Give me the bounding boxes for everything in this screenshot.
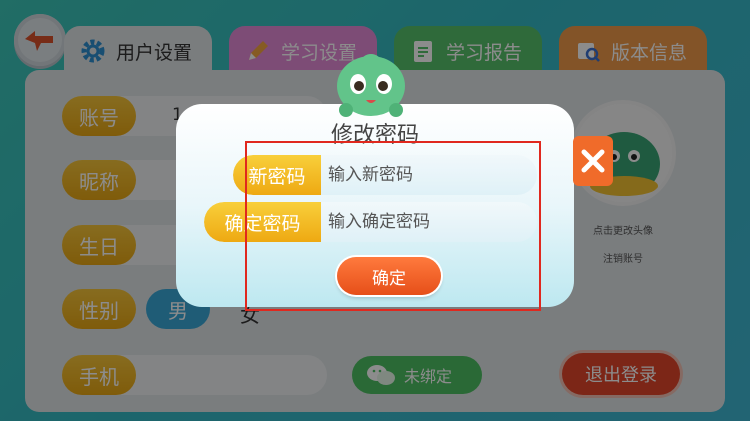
close-icon xyxy=(581,149,605,173)
app-stage: 用户设置 学习设置 学习报告 版本信息 账号 1 昵称 生日 性别 男 女 手机 xyxy=(0,0,750,421)
close-dialog-button[interactable] xyxy=(573,136,613,186)
highlight-box xyxy=(245,141,541,311)
mascot-icon xyxy=(337,54,405,117)
